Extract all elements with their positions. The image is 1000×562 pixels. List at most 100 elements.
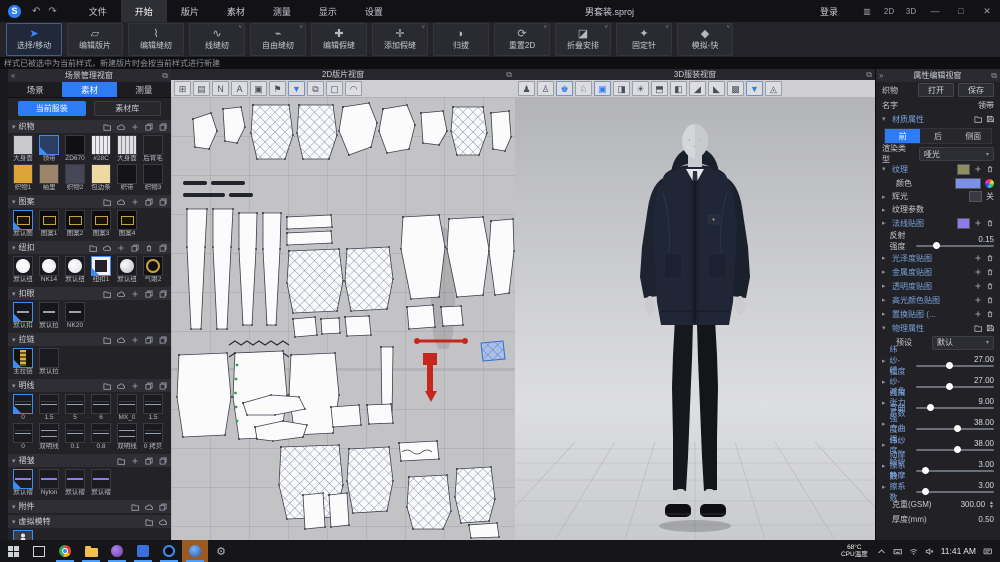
织物-item-袖里[interactable]: 袖里 [36,164,62,192]
明线-item-双明线[interactable]: 双明线 [114,423,140,451]
layout-3d-icon[interactable]: 3D [900,0,922,22]
annotate-icon[interactable]: A [231,81,248,96]
folder-icon[interactable] [103,123,111,131]
float-icon[interactable] [159,123,167,131]
纽扣-item-纽扣1[interactable]: 纽扣1 [88,256,114,284]
slider-动摩擦系数[interactable] [916,470,994,472]
minimize-button[interactable]: — [922,0,948,22]
map-swatch[interactable] [957,218,970,229]
tool-添加假缝[interactable]: ✛添加假缝˅ [372,23,428,56]
明线-item-1.5[interactable]: 1.5 [140,394,166,422]
cloud-icon[interactable] [117,290,125,298]
明线-item-0 拷贝[interactable]: 0 拷贝 [140,423,166,451]
mannequin-icon[interactable]: ♘ [575,81,592,96]
face-tab-前[interactable]: 前 [885,129,920,143]
扣眼-item-默认扣[interactable]: 默认扣 [10,302,36,330]
织物-item-ZD670[interactable]: ZD670 [62,135,88,163]
taskbar-app-style3d[interactable] [156,540,182,562]
taskbar-app-settings[interactable]: ⚙ [208,540,234,562]
tool-编辑缝纫[interactable]: ⌇编辑缝纫 [128,23,184,56]
织物-item-后背毛[interactable]: 后背毛 [140,135,166,163]
cloud-icon[interactable] [117,198,125,206]
add-map-icon[interactable] [974,296,982,304]
pin-avatar-icon[interactable]: ♚ [556,81,573,96]
chevron-down-icon[interactable]: ▾ [882,115,888,123]
menu-测量[interactable]: 测量 [259,0,305,22]
纽扣-item-默认纽[interactable]: 默认纽 [62,256,88,284]
taskbar-app-file-explorer[interactable] [78,540,104,562]
plus-icon[interactable] [131,382,139,390]
plus-icon[interactable] [131,336,139,344]
folder-icon[interactable] [103,198,111,206]
keyboard-icon[interactable] [893,547,902,556]
float-icon[interactable] [159,198,167,206]
collapse-panel-icon[interactable]: « [11,71,15,80]
menu-设置[interactable]: 设置 [351,0,397,22]
add-map-icon[interactable] [974,254,982,262]
face-tab-后[interactable]: 后 [920,129,955,143]
color-picker-icon[interactable] [985,179,994,188]
section-header-图案[interactable]: ▾图案 [8,195,171,208]
save-icon[interactable] [986,115,994,123]
tool-选择/移动[interactable]: ➤选择/移动 [6,23,62,56]
图案-item-图案2[interactable]: 图案2 [62,210,88,238]
arrange-icon[interactable]: ◨ [613,81,630,96]
copy-icon[interactable] [145,290,153,298]
tool-线缝纫[interactable]: ∿线缝纫˅ [189,23,245,56]
notification-icon[interactable] [983,547,992,556]
明线-item-0[interactable]: 0 [10,394,36,422]
float-panel-icon[interactable]: ⧉ [991,71,997,81]
copy-icon[interactable] [145,198,153,206]
folder-icon[interactable] [103,290,111,298]
纽扣-item-NK14[interactable]: NK14 [36,256,62,284]
float-view-icon[interactable]: ⧉ [866,70,872,80]
reset-view-icon[interactable]: ▣ [594,81,611,96]
织物-item-#28C[interactable]: #28C [88,135,114,163]
start-button[interactable] [0,540,26,562]
preset-select[interactable]: 默认▾ [932,336,994,350]
tool-模拟-快[interactable]: ◆模拟-快˅ [677,23,733,56]
明线-item-MX_0[interactable]: MX_0 [114,394,140,422]
folder-icon[interactable] [974,324,982,332]
panel-icon[interactable]: ▤ [193,81,210,96]
plus-icon[interactable] [131,290,139,298]
folder-icon[interactable] [89,244,97,252]
map-swatch[interactable] [957,164,970,175]
maximize-button[interactable]: □ [948,0,974,22]
plus-icon[interactable] [117,244,125,252]
subtab-当前服装[interactable]: 当前服装 [18,101,86,116]
trace-icon[interactable]: ⧉ [307,81,324,96]
cloud-icon[interactable] [117,336,125,344]
folder-icon[interactable] [103,336,111,344]
纽扣-item-默认纽[interactable]: 默认纽 [10,256,36,284]
copy-icon[interactable] [145,336,153,344]
shirt-icon[interactable]: ▼ [288,81,305,96]
app-logo-icon[interactable]: S [8,5,21,18]
add-map-icon[interactable] [974,268,982,276]
menu-文件[interactable]: 文件 [75,0,121,22]
paper-icon[interactable]: ▢ [326,81,343,96]
taskbar-app-style3d-cloud[interactable] [182,540,208,562]
明线-item-双明线[interactable]: 双明线 [36,423,62,451]
folder-icon[interactable] [145,518,153,526]
flag-ruler-icon[interactable]: ⚑ [269,81,286,96]
tool-折叠安排[interactable]: ◪折叠安排˅ [555,23,611,56]
render-type-select[interactable]: 哑光▾ [919,147,994,161]
login-button[interactable]: 登录 [820,5,838,18]
add-map-icon[interactable] [974,219,982,227]
menu-版片[interactable]: 版片 [167,0,213,22]
明线-item-1.5[interactable]: 1.5 [36,394,62,422]
collapse-panel-icon[interactable]: » [879,71,883,80]
图案-item-图案4[interactable]: 图案4 [114,210,140,238]
section-header-虚拟模特[interactable]: ▾虚拟模特 [8,515,171,528]
notch-icon[interactable]: N [212,81,229,96]
float-icon[interactable] [159,382,167,390]
拉链-item-默认拉[interactable]: 默认拉 [36,348,62,376]
drape-icon[interactable]: ◧ [670,81,687,96]
texture-icon[interactable]: ▩ [727,81,744,96]
slider-反射强度[interactable] [916,245,994,247]
folder-icon[interactable] [974,115,982,123]
save-button[interactable]: 保存 [958,83,994,97]
tool-固定针[interactable]: ✦固定针˅ [616,23,672,56]
cloud-icon[interactable] [117,123,125,131]
